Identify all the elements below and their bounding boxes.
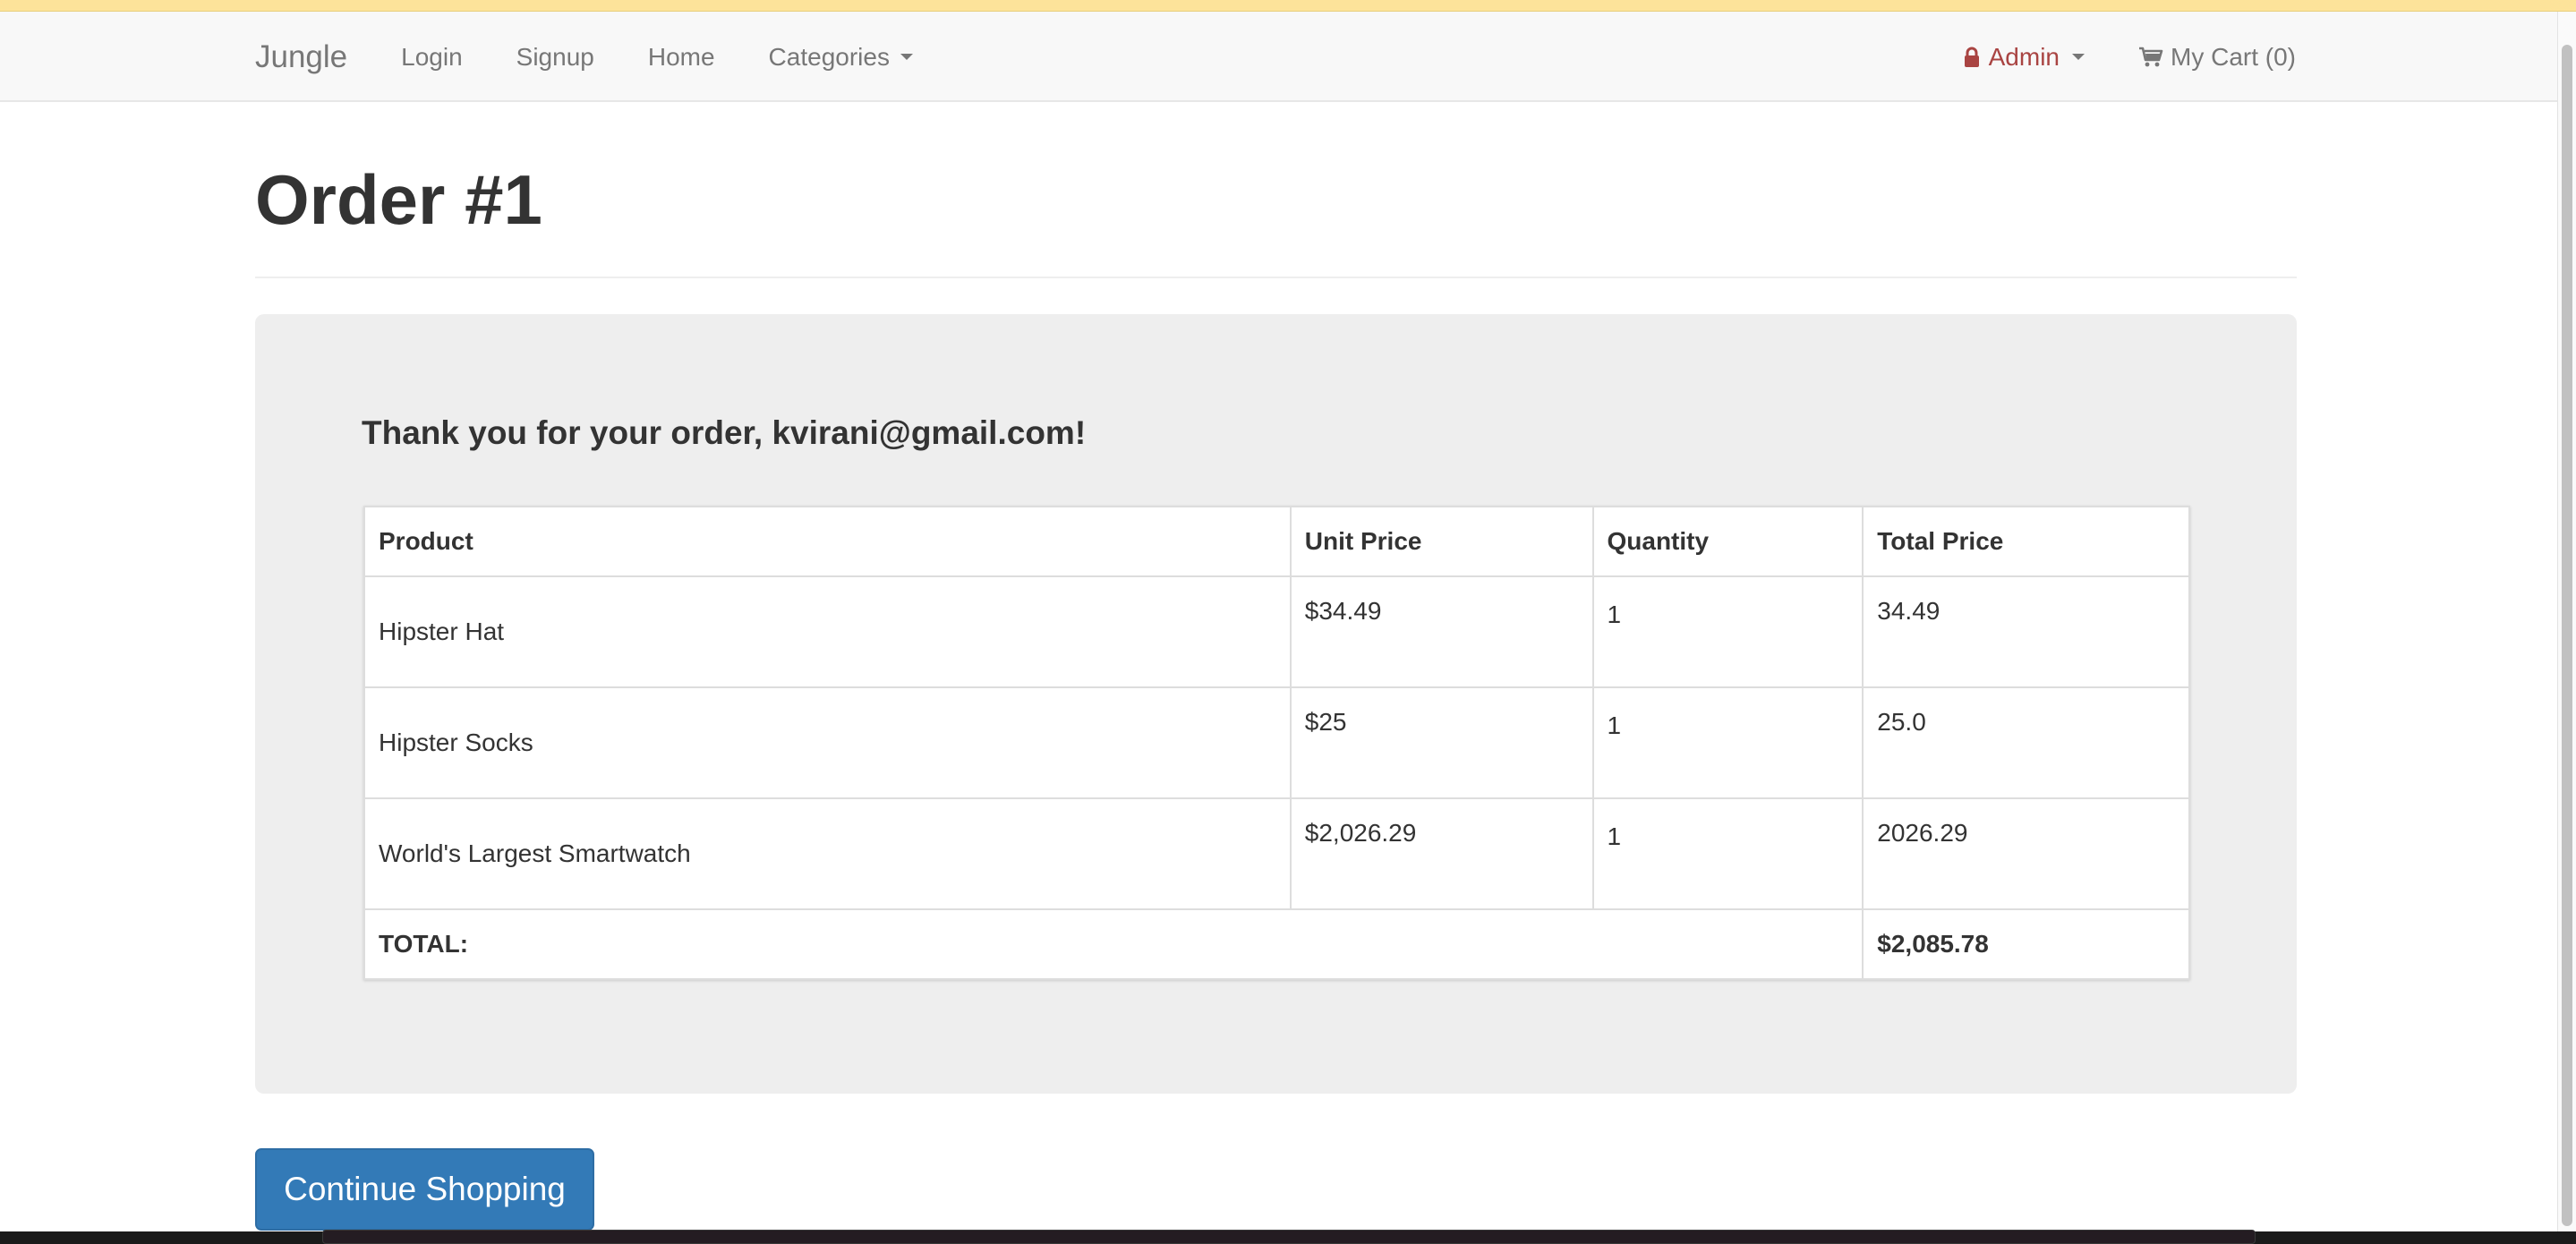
page-title: Order #1 (255, 160, 542, 239)
product-name: World's Largest Smartwatch (363, 797, 1292, 910)
title-divider (255, 277, 2297, 278)
caret-down-icon (900, 54, 913, 60)
table-row: Hipster Hat $34.49 1 34.49 (363, 575, 2190, 688)
quantity: 1 (1591, 575, 1864, 688)
product-name: Hipster Socks (363, 686, 1292, 799)
unit-price: $25 (1289, 686, 1594, 799)
total-price: 25.0 (1862, 686, 2190, 799)
order-items-table: Product Unit Price Quantity Total Price … (363, 506, 2190, 980)
continue-shopping-button[interactable]: Continue Shopping (255, 1148, 594, 1231)
total-row: TOTAL: $2,085.78 (363, 908, 2190, 980)
product-name: Hipster Hat (363, 575, 1292, 688)
table-row: World's Largest Smartwatch $2,026.29 1 2… (363, 797, 2190, 910)
nav-categories-dropdown[interactable]: Categories (769, 43, 913, 72)
lock-icon (1964, 47, 1979, 67)
thank-you-message: Thank you for your order, kvirani@gmail.… (362, 414, 1087, 451)
total-label: TOTAL: (363, 908, 1864, 980)
scrollbar-thumb[interactable] (2562, 45, 2572, 1226)
brand-link[interactable]: Jungle (255, 39, 347, 75)
header-product: Product (363, 506, 1292, 577)
total-price: 34.49 (1862, 575, 2190, 688)
quantity: 1 (1591, 797, 1864, 910)
browser-top-strip (0, 0, 2576, 12)
quantity: 1 (1591, 686, 1864, 799)
caret-down-icon (2072, 54, 2085, 60)
shopping-cart-icon (2139, 47, 2163, 66)
unit-price: $2,026.29 (1289, 797, 1594, 910)
total-price: 2026.29 (1862, 797, 2190, 910)
admin-dropdown[interactable]: Admin (1964, 43, 2085, 72)
top-navbar: Jungle Login Signup Home Categories Admi… (0, 12, 2557, 102)
nav-home-link[interactable]: Home (648, 43, 715, 72)
navbar-container: Jungle Login Signup Home Categories Admi… (255, 12, 2296, 102)
bottom-dock-panel (322, 1230, 2256, 1244)
total-value: $2,085.78 (1862, 908, 2190, 980)
navbar-right: Admin My Cart (0) (1964, 43, 2296, 72)
unit-price: $34.49 (1289, 575, 1594, 688)
header-total-price: Total Price (1862, 506, 2190, 577)
table-row: Hipster Socks $25 1 25.0 (363, 686, 2190, 799)
my-cart-link[interactable]: My Cart (0) (2138, 43, 2296, 72)
table-header-row: Product Unit Price Quantity Total Price (363, 506, 2190, 577)
categories-label: Categories (768, 42, 890, 71)
nav-signup-link[interactable]: Signup (516, 43, 594, 72)
admin-label: Admin (1988, 42, 2060, 71)
header-unit-price: Unit Price (1289, 506, 1594, 577)
cart-label: My Cart (0) (2171, 42, 2296, 71)
nav-login-link[interactable]: Login (401, 43, 463, 72)
header-quantity: Quantity (1591, 506, 1864, 577)
